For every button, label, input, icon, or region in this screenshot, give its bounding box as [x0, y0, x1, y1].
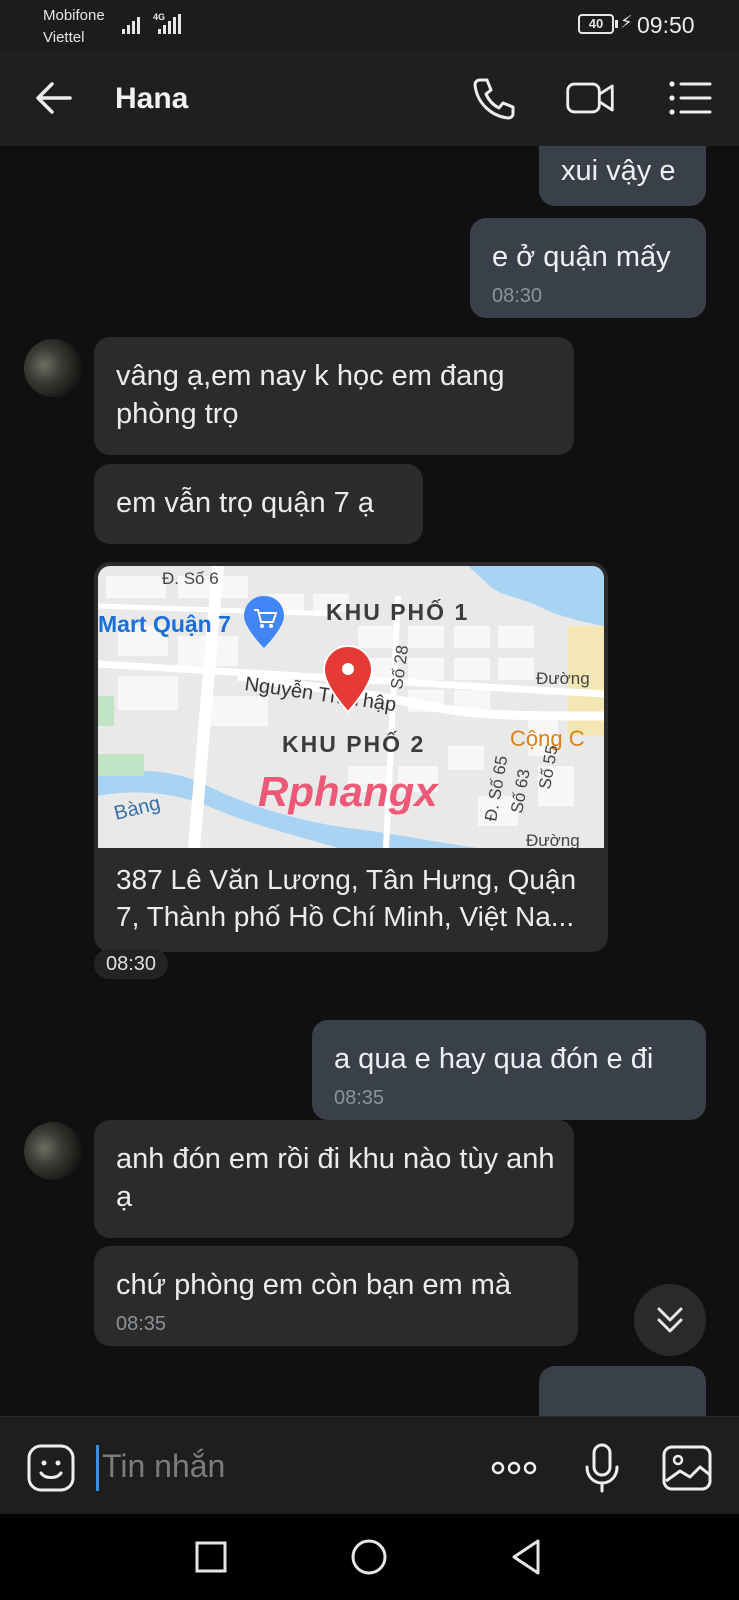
microphone-icon[interactable]: [575, 1441, 629, 1495]
message-text: em vẫn trọ quận 7 ạ: [116, 487, 374, 519]
battery-icon: [615, 20, 618, 28]
carrier-primary: Mobifone: [43, 7, 105, 24]
menu-icon[interactable]: [664, 72, 716, 124]
carrier-secondary: Viettel: [43, 29, 85, 46]
scroll-to-bottom-button[interactable]: [634, 1284, 706, 1356]
outgoing-message[interactable]: a qua e hay qua đón e đi 08:35: [312, 1020, 706, 1120]
map-label: KHU PHỐ 2: [282, 730, 425, 757]
message-time: 08:30: [492, 285, 543, 307]
incoming-message[interactable]: vâng ạ,em nay k học em đang phòng trọ: [94, 337, 574, 455]
message-text: anh đón em rồi đi khu nào tùy anh ạ: [116, 1143, 555, 1213]
status-bar: Mobifone Viettel 4G 40 ⚡ 09:50: [0, 0, 739, 50]
location-address: 387 Lê Văn Lương, Tân Hưng, Quận 7, Thàn…: [116, 864, 577, 932]
map-label: Mart Quận 7: [98, 611, 231, 637]
outgoing-message[interactable]: e ở quận mấy 08:30: [470, 218, 706, 318]
outgoing-message[interactable]: [539, 1366, 706, 1416]
message-text: xui vậy e: [561, 155, 676, 187]
gallery-icon[interactable]: [660, 1441, 714, 1495]
battery-level: 40: [578, 14, 614, 34]
more-options-icon[interactable]: [487, 1441, 541, 1495]
status-clock: 09:50: [637, 12, 695, 38]
outgoing-message[interactable]: xui vậy e: [539, 146, 706, 206]
recent-apps-icon[interactable]: [186, 1532, 236, 1582]
text-caret: [96, 1445, 99, 1491]
message-time: 08:35: [116, 1313, 167, 1335]
signal-icon: [122, 14, 140, 34]
watermark-logo: Rphangx: [258, 768, 439, 815]
incoming-message[interactable]: em vẫn trọ quận 7 ạ: [94, 464, 423, 544]
message-time: 08:30: [94, 949, 169, 979]
composer-bar: [0, 1416, 739, 1514]
chat-header: Hana: [0, 50, 739, 146]
phone-icon[interactable]: [468, 72, 520, 124]
map-label: Đ. Số 6: [162, 569, 219, 588]
message-text: e ở quận mấy: [492, 241, 671, 273]
avatar[interactable]: [24, 1122, 82, 1180]
message-input[interactable]: [102, 1441, 462, 1491]
contact-name[interactable]: Hana: [115, 82, 188, 116]
map-label: KHU PHỐ 1: [326, 598, 469, 625]
video-call-icon[interactable]: [564, 72, 616, 124]
avatar[interactable]: [24, 339, 82, 397]
back-arrow-icon[interactable]: [32, 76, 76, 120]
location-card[interactable]: Đ. Số 6 Mart Quận 7 KHU PHỐ 1 Số 28 Đườn…: [94, 562, 608, 952]
system-navigation-bar: [0, 1514, 739, 1600]
map-preview[interactable]: Đ. Số 6 Mart Quận 7 KHU PHỐ 1 Số 28 Đườn…: [98, 566, 604, 848]
incoming-message[interactable]: chứ phòng em còn bạn em mà 08:35: [94, 1246, 578, 1346]
double-chevron-down-icon: [657, 1307, 683, 1333]
map-label: Đường: [526, 831, 580, 848]
home-icon[interactable]: [344, 1532, 394, 1582]
message-time: 08:35: [334, 1087, 385, 1109]
system-back-icon[interactable]: [502, 1532, 552, 1582]
map-label: Đường: [536, 669, 590, 688]
incoming-message[interactable]: anh đón em rồi đi khu nào tùy anh ạ: [94, 1120, 574, 1238]
charging-icon: ⚡: [620, 12, 633, 32]
message-text: a qua e hay qua đón e đi: [334, 1043, 654, 1075]
message-text: chứ phòng em còn bạn em mà: [116, 1269, 512, 1301]
emoji-icon[interactable]: [26, 1443, 76, 1493]
message-text: vâng ạ,em nay k học em đang phòng trọ: [116, 360, 505, 430]
message-list[interactable]: xui vậy e e ở quận mấy 08:30 vâng ạ,em n…: [0, 146, 739, 1416]
signal-icon-2: [158, 14, 181, 34]
